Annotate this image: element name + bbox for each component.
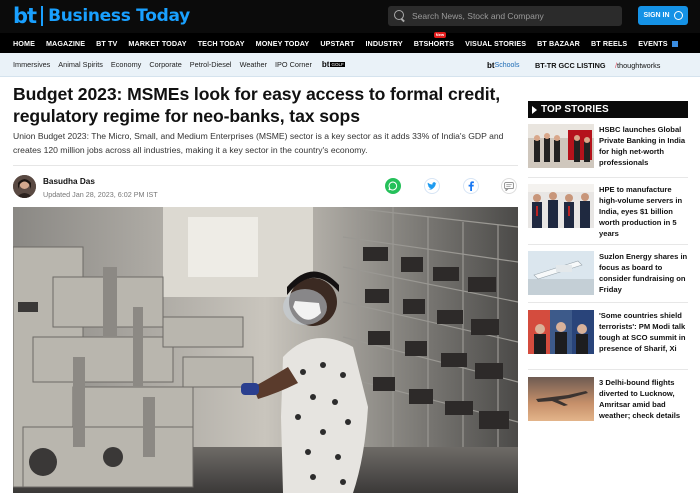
logo-divider [41,6,44,26]
bt-golf-logo[interactable]: bt GOLF [322,58,345,72]
play-arrow-icon [532,105,537,114]
search-input[interactable] [412,11,612,21]
thoughtworks-link[interactable]: / thoughtworks [615,53,660,77]
article-summary: Union Budget 2023: The Micro, Small, and… [13,131,504,155]
top-story-item[interactable]: HSBC launches Global Private Banking in … [528,124,688,184]
story-divider [528,177,688,178]
story-thumbnail[interactable] [528,310,594,354]
bt-tr-gcc-listing-link[interactable]: BT-TR GCC LISTING [535,53,606,77]
story-title[interactable]: 3 Delhi-bound flights diverted to Luckno… [599,377,691,421]
top-bar: bt Business Today SIGN IN [0,0,700,33]
story-thumbnail[interactable] [528,251,594,295]
story-divider [528,302,688,303]
bt-schools-link[interactable]: bt Schools [487,53,519,77]
top-stories-title: TOP STORIES [541,104,609,115]
new-badge: New [433,31,447,38]
sign-in-label: SIGN IN [643,12,670,19]
subnav-item-immersives[interactable]: Immersives [13,60,50,69]
nav-item-money-today[interactable]: MONEY TODAY [256,39,310,48]
logo-bt: bt [13,4,37,28]
search-bar[interactable] [388,6,622,26]
whatsapp-icon[interactable] [385,178,401,194]
sub-nav: Immersives Animal Spirits Economy Corpor… [0,53,700,77]
story-thumbnail[interactable] [528,124,594,168]
logo-name: Business Today [48,6,190,26]
subnav-item-animal-spirits[interactable]: Animal Spirits [58,60,103,69]
thoughtworks-name: thoughtworks [617,60,661,70]
nav-item-btshorts[interactable]: BTSHORTS New [413,31,455,48]
nav-item-btshorts-label: BTSHORTS [413,38,455,48]
top-stories-heading: TOP STORIES [528,101,688,118]
site-logo[interactable]: bt Business Today [13,4,190,28]
facebook-icon[interactable] [463,178,479,194]
nav-item-magazine[interactable]: MAGAZINE [46,39,85,48]
nav-item-events[interactable]: EVENTS [638,38,678,48]
grid-icon [671,40,678,47]
nav-item-industry[interactable]: INDUSTRY [365,39,402,48]
nav-item-tech-today[interactable]: TECH TODAY [198,39,245,48]
nav-item-home[interactable]: HOME [13,39,35,48]
nav-item-events-label: EVENTS [638,38,668,48]
schools-label: Schools [494,61,520,69]
top-story-item[interactable]: HPE to manufacture high-volume servers i… [528,184,688,244]
nav-item-visual-stories[interactable]: VISUAL STORIES [465,39,526,48]
nav-item-market-today[interactable]: MARKET TODAY [128,39,186,48]
author-name[interactable]: Basudha Das [43,177,95,186]
story-thumbnail[interactable] [528,377,594,421]
nav-item-bt-reels[interactable]: BT REELS [591,39,627,48]
author-avatar[interactable] [13,175,36,198]
subnav-item-ipo-corner[interactable]: IPO Corner [275,60,312,69]
schools-logo-bt: bt [487,60,495,70]
nav-item-bt-tv[interactable]: BT TV [96,39,117,48]
comment-icon[interactable] [501,178,517,194]
story-title[interactable]: HPE to manufacture high-volume servers i… [599,184,691,239]
article-headline: Budget 2023: MSMEs look for easy access … [13,84,501,126]
subnav-item-economy[interactable]: Economy [111,60,141,69]
article-divider [13,165,518,166]
subnav-item-petrol-diesel[interactable]: Petrol-Diesel [190,60,232,69]
updated-timestamp: Updated Jan 28, 2023, 6:02 PM IST [43,190,158,199]
subnav-item-corporate[interactable]: Corporate [149,60,181,69]
golf-logo-tag: GOLF [330,62,345,67]
top-story-item[interactable]: 'Some countries shield terrorists': PM M… [528,310,688,370]
story-thumbnail[interactable] [528,184,594,228]
story-title[interactable]: HSBC launches Global Private Banking in … [599,124,691,168]
sign-in-button[interactable]: SIGN IN [638,6,688,25]
story-title[interactable]: 'Some countries shield terrorists': PM M… [599,310,691,354]
story-divider [528,369,688,370]
main-nav: HOME MAGAZINE BT TV MARKET TODAY TECH TO… [0,31,700,53]
top-story-item[interactable]: 3 Delhi-bound flights diverted to Luckno… [528,377,688,437]
article-hero-image [13,207,518,493]
nav-item-upstart[interactable]: UPSTART [320,39,354,48]
search-icon [394,10,406,22]
user-icon [673,11,683,20]
story-title[interactable]: Suzlon Energy shares in focus as board t… [599,251,691,295]
story-divider [528,244,688,245]
twitter-icon[interactable] [424,178,440,194]
nav-item-bt-bazaar[interactable]: BT BAZAAR [537,39,580,48]
subnav-item-weather[interactable]: Weather [240,60,267,69]
golf-logo-bt: bt [321,60,330,69]
